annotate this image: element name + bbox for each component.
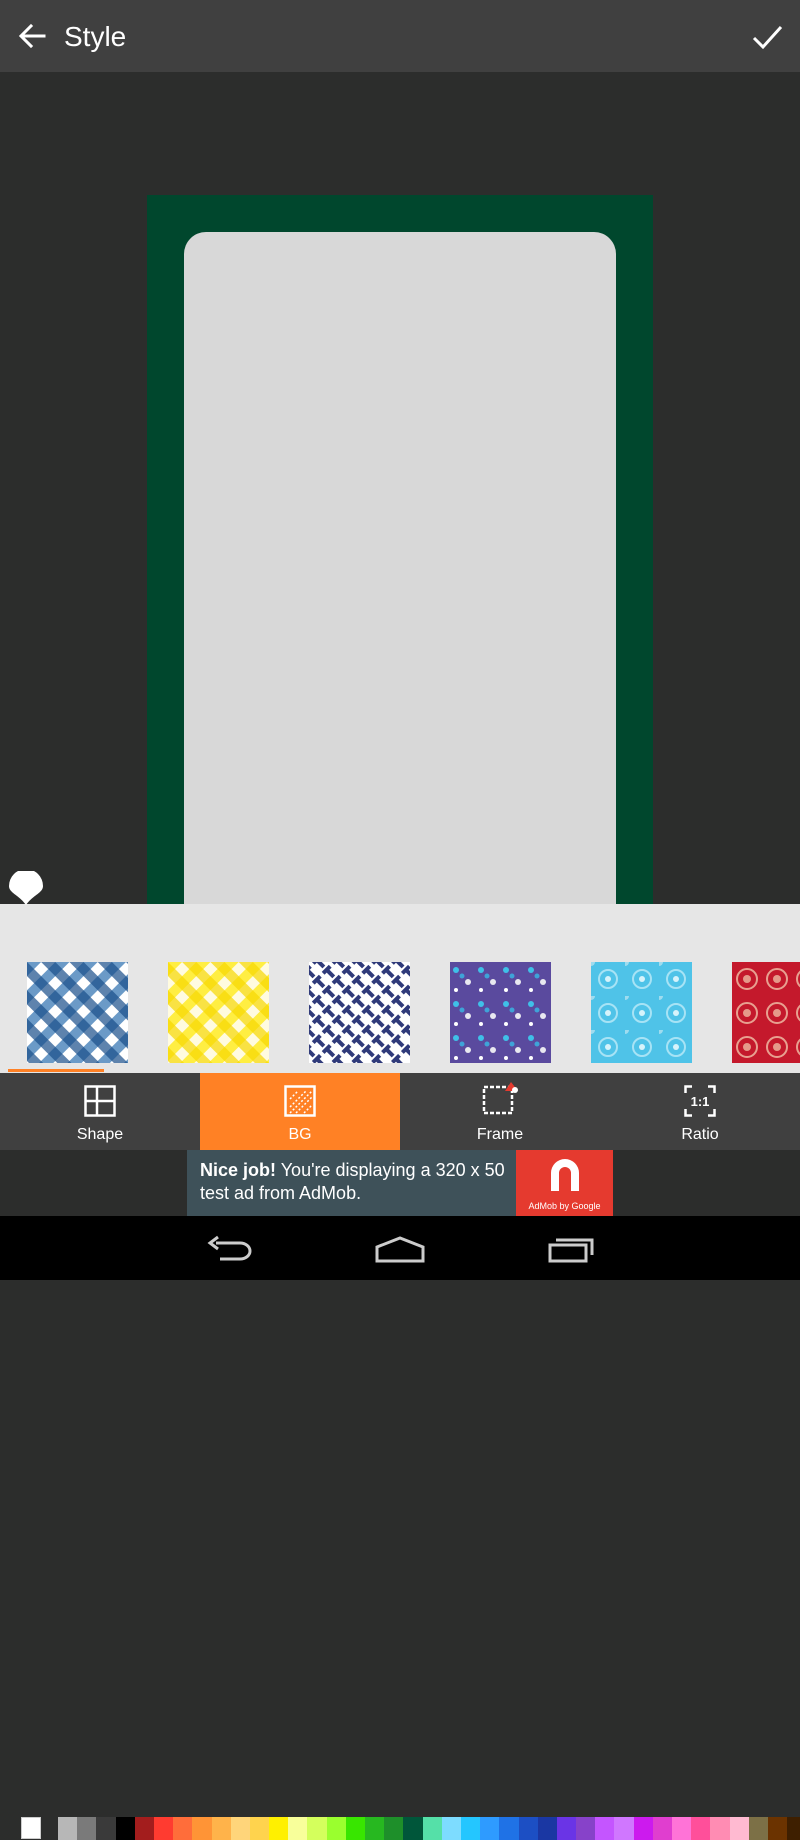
color-swatch[interactable] xyxy=(518,1817,538,1840)
color-swatch[interactable] xyxy=(499,1817,519,1840)
confirm-check-icon[interactable] xyxy=(746,16,788,58)
frame-icon xyxy=(482,1082,518,1115)
style-tab-bar: Shape BG Frame 1:1 Ratio xyxy=(0,1073,800,1150)
color-swatch[interactable] xyxy=(288,1817,308,1840)
tab-ratio[interactable]: 1:1 Ratio xyxy=(600,1073,800,1150)
color-swatch[interactable] xyxy=(595,1817,615,1840)
admob-logo-caption: AdMob by Google xyxy=(528,1201,601,1211)
ad-text: Nice job! You're displaying a 320 x 50 t… xyxy=(200,1159,520,1205)
pattern-thumb-red-ornament[interactable] xyxy=(732,962,800,1063)
system-navigation-bar xyxy=(0,1216,800,1280)
background-pattern-list xyxy=(0,950,800,1073)
nav-home-icon[interactable] xyxy=(374,1235,426,1265)
pattern-thumb-navy-weave[interactable] xyxy=(309,962,410,1063)
top-app-bar: Style xyxy=(0,0,800,72)
color-swatch[interactable] xyxy=(710,1817,730,1840)
color-swatch[interactable] xyxy=(326,1817,346,1840)
color-swatch[interactable] xyxy=(173,1817,193,1840)
color-swatch[interactable] xyxy=(345,1817,365,1840)
color-swatch[interactable] xyxy=(729,1817,749,1840)
nav-recents-icon[interactable] xyxy=(547,1235,595,1265)
color-swatch[interactable] xyxy=(211,1817,231,1840)
pattern-thumb-sky-snowflake[interactable] xyxy=(591,962,692,1063)
svg-text:1:1: 1:1 xyxy=(691,1094,710,1109)
back-arrow-icon[interactable] xyxy=(14,18,50,54)
color-swatch[interactable] xyxy=(614,1817,634,1840)
selected-pattern-indicator xyxy=(8,1069,104,1072)
color-swatch[interactable] xyxy=(787,1817,800,1840)
color-swatch[interactable] xyxy=(672,1817,692,1840)
color-palette-bar xyxy=(0,904,800,1840)
color-swatch[interactable] xyxy=(192,1817,212,1840)
photo-slot[interactable] xyxy=(184,232,616,915)
color-swatch[interactable] xyxy=(365,1817,385,1840)
tab-shape-label: Shape xyxy=(76,1126,124,1143)
color-swatch[interactable] xyxy=(537,1817,557,1840)
color-swatch[interactable] xyxy=(633,1817,653,1840)
pattern-thumb-yellow-gingham[interactable] xyxy=(168,962,269,1063)
color-swatch[interactable] xyxy=(384,1817,404,1840)
color-swatch[interactable] xyxy=(556,1817,577,1840)
admob-logo: AdMob by Google xyxy=(516,1150,613,1216)
color-swatch[interactable] xyxy=(422,1817,442,1840)
color-swatch[interactable] xyxy=(230,1817,250,1840)
color-swatch[interactable] xyxy=(460,1817,481,1840)
background-pattern-icon xyxy=(284,1085,316,1117)
color-swatch-list xyxy=(58,1817,800,1840)
color-swatch[interactable] xyxy=(77,1817,97,1840)
color-swatch[interactable] xyxy=(269,1817,289,1840)
color-swatch[interactable] xyxy=(576,1817,596,1840)
pattern-thumb-purple-chevron-dots[interactable] xyxy=(450,962,551,1063)
color-swatch[interactable] xyxy=(249,1817,270,1840)
tab-ratio-label: Ratio xyxy=(681,1126,719,1143)
color-swatch[interactable] xyxy=(96,1817,116,1840)
color-swatch[interactable] xyxy=(134,1817,154,1840)
admob-test-ad[interactable]: Nice job! You're displaying a 320 x 50 t… xyxy=(187,1150,613,1216)
tab-bg[interactable]: BG xyxy=(200,1073,400,1150)
color-swatch[interactable] xyxy=(153,1817,174,1840)
color-picker-pin-icon[interactable] xyxy=(9,871,43,905)
ad-body-line2: test ad from AdMob. xyxy=(200,1183,362,1203)
grid-layout-icon xyxy=(84,1085,116,1117)
color-swatch[interactable] xyxy=(441,1817,461,1840)
ad-headline: Nice job! xyxy=(200,1160,277,1180)
tab-frame-label: Frame xyxy=(476,1126,524,1143)
color-swatch[interactable] xyxy=(652,1817,672,1840)
selected-color-swatch[interactable] xyxy=(21,1817,41,1839)
admob-logo-icon xyxy=(551,1159,579,1191)
color-swatch[interactable] xyxy=(403,1817,423,1840)
page-title: Style xyxy=(64,21,127,52)
color-swatch[interactable] xyxy=(307,1817,327,1840)
ad-banner-area: Nice job! You're displaying a 320 x 50 t… xyxy=(0,1150,800,1216)
color-swatch[interactable] xyxy=(748,1817,768,1840)
color-swatch[interactable] xyxy=(767,1817,788,1840)
color-swatch[interactable] xyxy=(480,1817,500,1840)
color-swatch[interactable] xyxy=(691,1817,711,1840)
color-swatch[interactable] xyxy=(58,1817,78,1840)
pattern-thumb-blue-gingham[interactable] xyxy=(27,962,128,1063)
collage-canvas xyxy=(147,195,653,915)
tab-bg-label: BG xyxy=(288,1126,312,1143)
nav-back-icon[interactable] xyxy=(206,1235,254,1265)
ad-body-line1: You're displaying a 320 x 50 xyxy=(280,1160,505,1180)
aspect-ratio-icon: 1:1 xyxy=(684,1085,716,1117)
tab-frame[interactable]: Frame xyxy=(400,1073,600,1150)
tab-shape[interactable]: Shape xyxy=(0,1073,200,1150)
color-swatch[interactable] xyxy=(115,1817,135,1840)
